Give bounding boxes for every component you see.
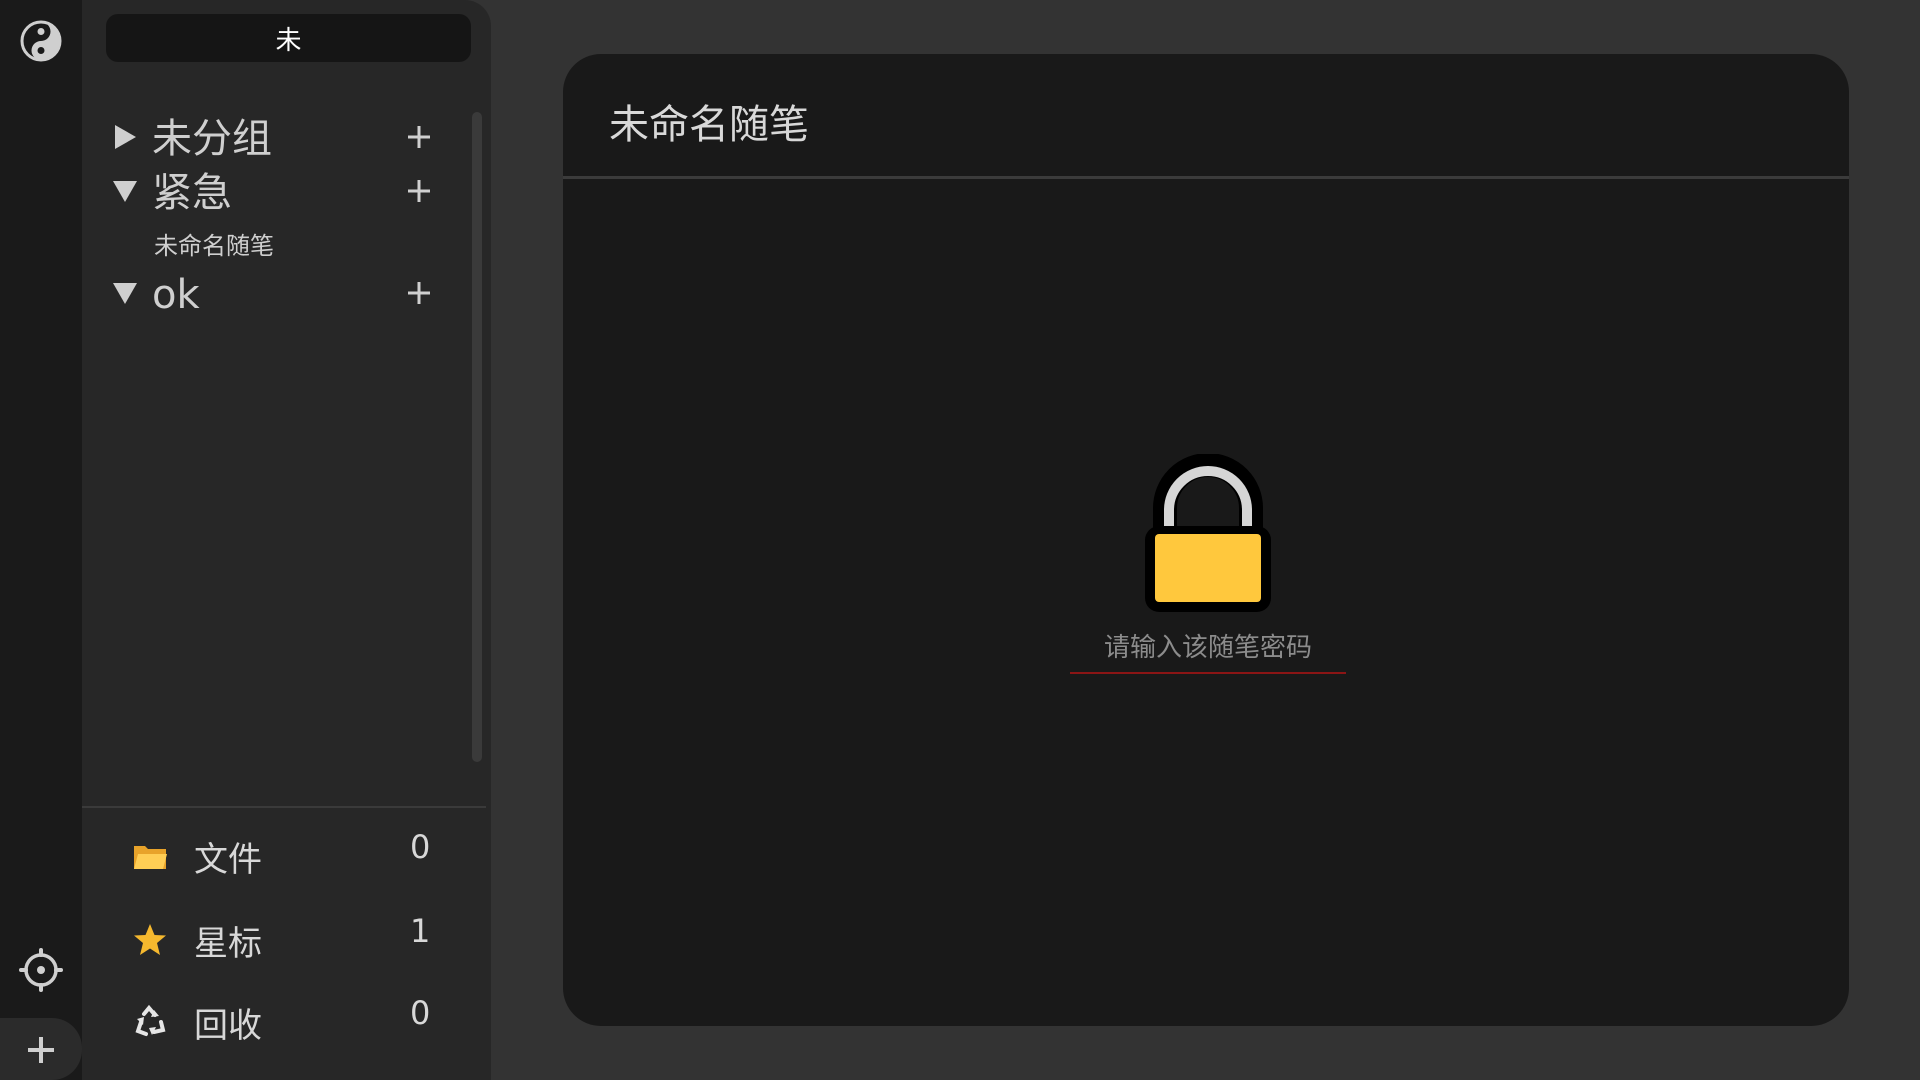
sidebar-scrollbar[interactable]	[472, 112, 482, 762]
recycle-icon	[135, 1004, 166, 1036]
gear-icon[interactable]	[19, 948, 63, 992]
add-note-button[interactable]	[0, 1018, 82, 1080]
chevron-down-icon[interactable]	[112, 280, 138, 306]
stat-label: 文件	[194, 840, 262, 880]
sidebar: 未分组 紧急 未命名随笔 ok	[82, 0, 491, 1080]
group-name: 未分组	[152, 116, 272, 162]
stat-files[interactable]: 文件 0	[82, 820, 482, 890]
group-item-unassigned[interactable]: 未分组	[82, 112, 482, 166]
note-panel: 未命名随笔	[563, 54, 1849, 1026]
stat-label: 星标	[194, 924, 262, 964]
stat-count: 0	[410, 994, 431, 1032]
search-input[interactable]	[106, 14, 471, 62]
folder-icon	[134, 846, 167, 869]
stat-count: 0	[410, 828, 431, 866]
chevron-right-icon[interactable]	[112, 124, 138, 150]
divider	[82, 806, 486, 808]
stat-starred[interactable]: 星标 1	[82, 904, 482, 974]
plus-icon[interactable]	[404, 122, 434, 152]
group-item-ok[interactable]: ok	[82, 268, 482, 322]
lock-icon	[1145, 454, 1271, 612]
group-name: 紧急	[152, 170, 232, 216]
plus-icon[interactable]	[404, 176, 434, 206]
group-name: ok	[152, 272, 200, 318]
stat-label: 回收	[194, 1006, 262, 1046]
stat-count: 1	[410, 912, 431, 950]
password-input[interactable]	[1070, 624, 1346, 674]
star-icon	[134, 924, 166, 955]
group-item-urgent[interactable]: 紧急	[82, 166, 482, 220]
title-divider	[563, 176, 1849, 179]
stat-trash[interactable]: 回收 0	[82, 986, 482, 1056]
chevron-down-icon[interactable]	[112, 178, 138, 204]
plus-icon	[28, 1037, 54, 1063]
note-item[interactable]: 未命名随笔	[154, 226, 274, 261]
note-title[interactable]: 未命名随笔	[609, 92, 809, 150]
app-rail	[0, 0, 82, 1080]
plus-icon[interactable]	[404, 278, 434, 308]
yin-yang-icon[interactable]	[19, 19, 63, 63]
